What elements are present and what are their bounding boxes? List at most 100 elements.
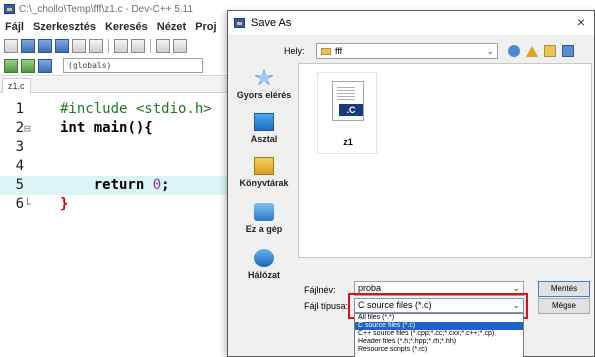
find-icon[interactable] <box>156 39 170 53</box>
places-bar: Gyors elérés Asztal Könyvtárak Ez a gép … <box>233 63 295 291</box>
menu-edit[interactable]: Szerkesztés <box>33 21 96 33</box>
code-text: } <box>60 195 68 214</box>
c-file-icon: .C <box>332 81 364 121</box>
devcpp-app-icon <box>234 18 245 28</box>
place-desktop[interactable]: Asztal <box>233 113 295 144</box>
globals-combo[interactable]: (globals) <box>63 58 203 73</box>
ide-title: C:\_chollo\Temp\fff\z1.c - Dev-C++ 5.11 <box>19 3 193 15</box>
lookin-label: Hely: <box>284 46 305 56</box>
file-list[interactable]: .C z1 <box>298 63 592 258</box>
filetype-dropdown-list[interactable]: All files (*.*) C source files (*.c) C++ s… <box>354 313 524 357</box>
toggle-bookmark-icon[interactable] <box>21 58 35 73</box>
code-line[interactable]: 1 #include <stdio.h> <box>0 100 240 119</box>
code-token: ; <box>161 177 170 193</box>
place-quick-access[interactable]: Gyors elérés <box>233 69 295 100</box>
c-file-badge: .C <box>339 104 363 116</box>
code-line[interactable]: 6 └} <box>0 195 240 214</box>
code-text: return 0; <box>60 176 170 195</box>
computer-icon <box>254 203 274 221</box>
code-token: return <box>60 177 153 193</box>
close-file-icon[interactable] <box>72 39 86 53</box>
place-label: Asztal <box>250 134 278 144</box>
line-number: 3 <box>15 139 24 155</box>
menu-view[interactable]: Nézet <box>157 21 186 33</box>
goto-bookmark-icon[interactable] <box>38 58 52 73</box>
code-line[interactable]: 4 <box>0 157 240 176</box>
line-number: 5 <box>15 177 24 193</box>
quick-access-star-icon <box>254 69 274 86</box>
toolbar-separator <box>150 39 151 53</box>
file-item-z1[interactable]: .C z1 <box>317 72 377 154</box>
replace-icon[interactable] <box>173 39 187 53</box>
fold-marker[interactable]: ⊟ <box>24 119 34 138</box>
nav-toolbar <box>508 43 574 59</box>
filetype-option[interactable]: C source files (*.c) <box>355 322 523 330</box>
line-number: 2 <box>15 120 24 136</box>
chevron-down-icon[interactable]: ⌄ <box>486 44 494 58</box>
cancel-button[interactable]: Mégse <box>538 298 590 314</box>
filetype-option[interactable]: All files (*.*) <box>355 314 523 322</box>
code-line[interactable]: 5 return 0; <box>0 176 240 195</box>
insert-icon[interactable] <box>4 58 18 73</box>
code-token: } <box>60 196 69 212</box>
folder-icon <box>321 47 331 55</box>
new-folder-icon[interactable] <box>544 45 556 57</box>
place-label: Könyvtárak <box>239 178 289 188</box>
filename-value: proba <box>358 283 382 293</box>
save-as-dialog: Save As × Hely: fff ⌄ Gyors elérés Aszta… <box>227 10 595 357</box>
devcpp-app-icon <box>4 4 15 14</box>
line-number: 4 <box>15 158 24 174</box>
menu-file[interactable]: Fájl <box>5 21 24 33</box>
place-this-pc[interactable]: Ez a gép <box>233 203 295 234</box>
view-menu-icon[interactable] <box>562 45 574 57</box>
toolbar-separator <box>108 39 109 53</box>
place-label: Hálózat <box>247 270 280 280</box>
menu-project[interactable]: Proj <box>195 21 216 33</box>
save-all-icon[interactable] <box>55 39 69 53</box>
filename-label: Fájlnév: <box>304 285 336 295</box>
code-token: main(){ <box>93 120 153 136</box>
ide-toolbar <box>0 36 240 56</box>
redo-icon[interactable] <box>131 39 145 53</box>
close-icon[interactable]: × <box>574 15 588 29</box>
libraries-icon <box>254 157 274 175</box>
save-icon[interactable] <box>38 39 52 53</box>
filetype-option[interactable]: C++ source files (*.cpp;*.cc;*.cxx;*.c++… <box>355 330 523 338</box>
code-line[interactable]: 2 ⊟ int main(){ <box>0 119 240 138</box>
undo-icon[interactable] <box>114 39 128 53</box>
tab-z1-c[interactable]: z1.c <box>2 78 31 93</box>
dialog-titlebar: Save As × <box>228 11 594 35</box>
line-number: 1 <box>15 101 24 117</box>
ide-toolbar-classes: (globals) <box>0 56 240 76</box>
place-libraries[interactable]: Könyvtárak <box>233 157 295 188</box>
print-icon[interactable] <box>89 39 103 53</box>
open-file-icon[interactable] <box>21 39 35 53</box>
lookin-value: fff <box>335 46 343 56</box>
code-line[interactable]: 3 <box>0 138 240 157</box>
fold-marker[interactable]: └ <box>24 195 34 214</box>
ide-titlebar: C:\_chollo\Temp\fff\z1.c - Dev-C++ 5.11 <box>0 0 240 18</box>
network-icon <box>254 249 274 267</box>
code-editor[interactable]: 1 #include <stdio.h> 2 ⊟ int main(){ 3 4 5 retu… <box>0 94 240 357</box>
ide-menubar: Fájl Szerkesztés Keresés Nézet Proj <box>0 18 240 36</box>
filetype-label: Fájl típusa: <box>304 301 349 311</box>
up-folder-icon[interactable] <box>526 45 538 57</box>
place-label: Gyors elérés <box>236 90 292 100</box>
file-name: z1 <box>343 137 353 147</box>
code-text: int main(){ <box>60 119 153 138</box>
filetype-option[interactable]: Resource scripts (*.rc) <box>355 346 523 354</box>
back-icon[interactable] <box>508 45 520 57</box>
lookin-combo[interactable]: fff ⌄ <box>316 43 498 59</box>
place-network[interactable]: Hálózat <box>233 249 295 280</box>
dialog-title: Save As <box>251 17 292 29</box>
line-number: 6 <box>15 196 24 212</box>
new-file-icon[interactable] <box>4 39 18 53</box>
save-button[interactable]: Mentés <box>538 281 590 297</box>
code-token: int <box>60 120 86 136</box>
menu-search[interactable]: Keresés <box>105 21 148 33</box>
desktop-icon <box>254 113 274 131</box>
editor-tabbar: z1.c <box>0 77 240 93</box>
place-label: Ez a gép <box>245 224 283 234</box>
filetype-option[interactable]: Header files (*.h;*.hpp;*.rh;*.hh) <box>355 338 523 346</box>
